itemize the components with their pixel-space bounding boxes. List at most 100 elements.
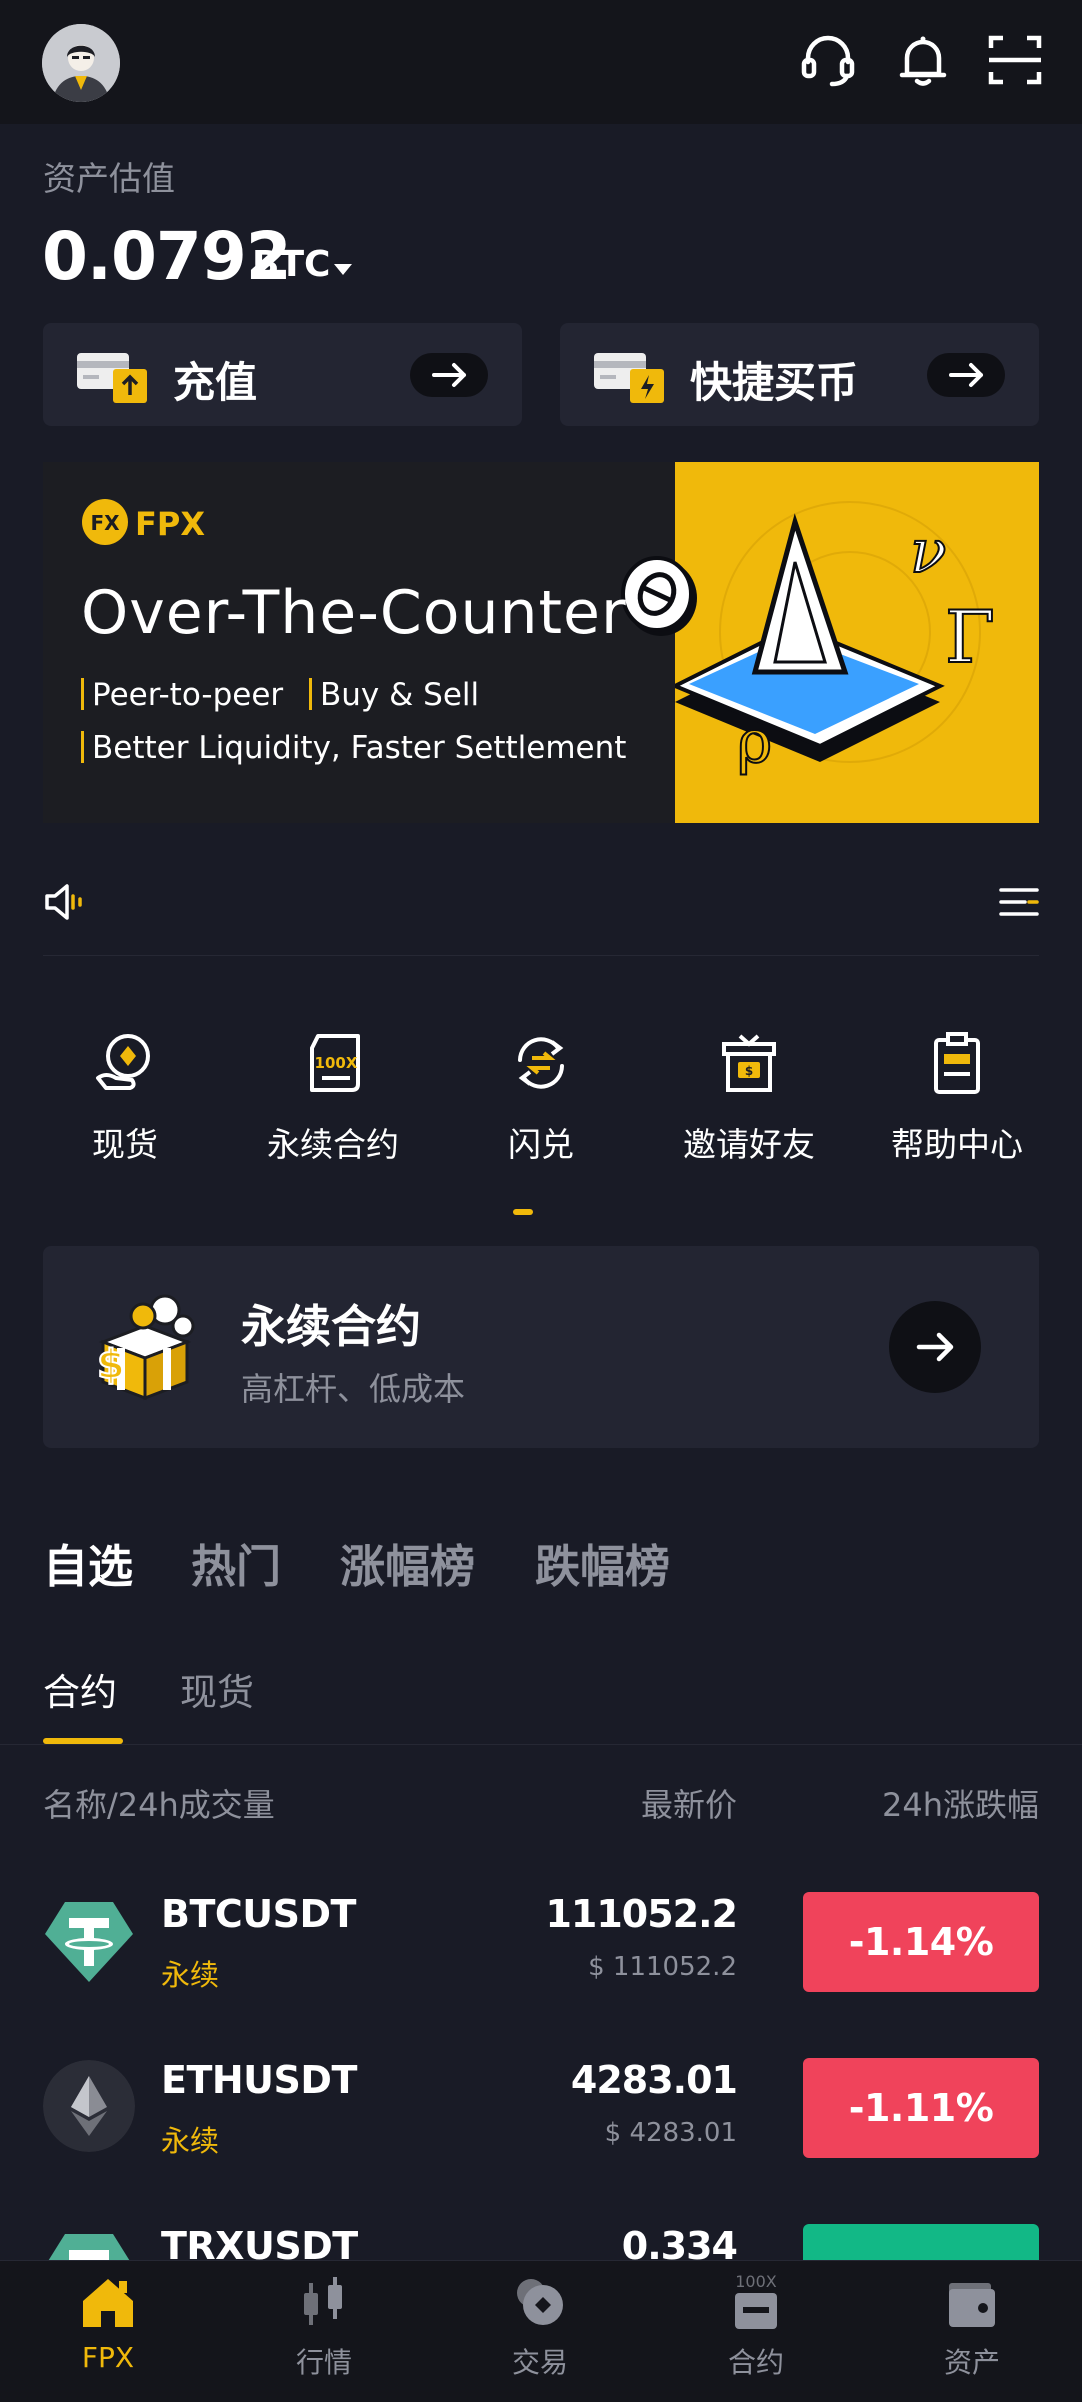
svg-text:100X: 100X <box>315 1054 358 1072</box>
quick-menu-page-indicator <box>513 1209 533 1215</box>
headset-icon[interactable] <box>798 30 858 90</box>
change-badge[interactable]: -1.11% <box>803 2058 1039 2158</box>
nav-trade[interactable]: 交易 <box>432 2271 648 2381</box>
banner-tag-p2p: Peer-to-peer <box>92 677 284 713</box>
quick-buy-card-icon <box>594 353 664 403</box>
candlestick-icon <box>304 2277 342 2325</box>
column-name-volume: 名称/24h成交量 <box>43 1786 275 1824</box>
change-badge[interactable]: -1.14% <box>803 1892 1039 1992</box>
nav-label: 行情 <box>295 2346 352 2379</box>
svg-text:ρ: ρ <box>737 707 772 777</box>
contract-100x-icon: 100X <box>735 2272 777 2329</box>
clipboard-help-icon <box>934 1032 980 1094</box>
promo-subtitle: 高杠杆、低成本 <box>241 1370 466 1408</box>
coin-symbol: ETHUSDT <box>161 2058 357 2102</box>
tab-losers[interactable]: 跌幅榜 <box>535 1530 670 1595</box>
contract-type: 永续 <box>161 2124 220 2158</box>
subtab-contract[interactable]: 合约 <box>43 1662 117 1716</box>
tab-hot[interactable]: 热门 <box>191 1530 281 1595</box>
banner-tag-liquidity: Better Liquidity, Faster Settlement <box>92 730 627 766</box>
divider <box>0 1744 1082 1745</box>
last-price: 4283.01 <box>570 2058 738 2102</box>
last-price: 111052.2 <box>545 1892 738 1936</box>
trade-icon <box>517 2279 563 2325</box>
column-24h-change: 24h涨跌幅 <box>881 1786 1039 1824</box>
fpx-logo: FX FPX <box>81 498 205 546</box>
quick-menu-invite[interactable]: $ 邀请好友 <box>645 1030 853 1166</box>
ethereum-icon <box>43 2060 135 2152</box>
quick-menu-perpetual[interactable]: 100X 永续合约 <box>229 1030 437 1166</box>
quick-menu-swap[interactable]: 闪兑 <box>437 1030 645 1166</box>
contract-type: 永续 <box>161 1958 220 1992</box>
tab-gainers[interactable]: 涨幅榜 <box>340 1530 475 1595</box>
arrow-right-icon <box>410 353 488 397</box>
deposit-label: 充值 <box>173 358 258 407</box>
tether-icon <box>45 1902 133 1982</box>
svg-text:$: $ <box>745 1064 753 1078</box>
scan-icon[interactable] <box>985 30 1045 90</box>
column-last-price: 最新价 <box>640 1786 737 1824</box>
speaker-icon <box>45 884 82 920</box>
promo-arrow-button[interactable] <box>889 1301 981 1393</box>
arrow-right-icon <box>927 353 1005 397</box>
fpx-brand-text: FPX <box>135 505 205 543</box>
nav-label: FPX <box>81 2341 135 2374</box>
avatar-icon <box>42 24 120 102</box>
gift-coins-icon: $ <box>96 1294 195 1401</box>
banner-tagline-2: Better Liquidity, Faster Settlement <box>81 730 626 766</box>
nav-label: 交易 <box>511 2346 568 2379</box>
asset-estimate-label: 资产估值 <box>43 159 175 198</box>
nav-label: 合约 <box>727 2346 784 2379</box>
caret-down-icon[interactable] <box>334 264 352 275</box>
quick-menu-label: 永续合约 <box>267 1125 399 1164</box>
svg-text:100X: 100X <box>735 2272 777 2291</box>
user-avatar[interactable] <box>42 24 120 102</box>
quick-menu-label: 现货 <box>92 1125 158 1164</box>
bottom-navigation: FPX 行情 交易 100X 合约 资产 <box>0 2260 1082 2402</box>
nav-contract[interactable]: 100X 合约 <box>648 2271 864 2381</box>
price-usd: $ 111052.2 <box>588 1952 737 1982</box>
table-row-ethusdt[interactable]: ETHUSDT 永续 4283.01 $ 4283.01 -1.11% <box>43 2054 1039 2164</box>
deposit-card-icon <box>77 353 147 403</box>
quick-menu-spot[interactable]: 现货 <box>21 1030 229 1166</box>
banner-illustration: ν Γ ρ <box>670 462 1039 823</box>
quick-menu-help[interactable]: 帮助中心 <box>853 1030 1061 1166</box>
nav-home[interactable]: FPX <box>0 2271 216 2374</box>
subtab-spot[interactable]: 现货 <box>180 1662 254 1716</box>
perpetual-promo-card[interactable]: $ 永续合约 高杠杆、低成本 <box>43 1246 1039 1448</box>
nav-assets[interactable]: 资产 <box>864 2271 1080 2381</box>
swap-icon <box>518 1037 564 1089</box>
banner-title: Over-The-Counter <box>81 578 627 648</box>
announcement-bar[interactable] <box>43 860 1039 956</box>
perpetual-100x-icon: 100X <box>310 1034 360 1092</box>
quick-menu-label: 闪兑 <box>508 1125 574 1164</box>
wallet-icon <box>949 2283 995 2327</box>
coin-symbol: BTCUSDT <box>161 1892 356 1936</box>
table-row-btcusdt[interactable]: BTCUSDT 永续 111052.2 $ 111052.2 -1.14% <box>43 1888 1039 1998</box>
banner-tagline-1: Peer-to-peer Buy & Sell <box>81 677 479 713</box>
otc-banner[interactable]: ν Γ ρ FX FPX Over-The-Counter Peer-to-pe… <box>43 462 1039 823</box>
bell-icon[interactable] <box>893 30 953 90</box>
quick-buy-button[interactable]: 快捷买币 <box>560 323 1039 426</box>
svg-text:FX: FX <box>90 511 120 535</box>
spot-icon <box>96 1034 150 1090</box>
invite-gift-icon: $ <box>722 1034 776 1092</box>
svg-text:ν: ν <box>910 517 946 587</box>
svg-text:Γ: Γ <box>945 595 995 679</box>
promo-title: 永续合约 <box>241 1300 422 1353</box>
deposit-button[interactable]: 充值 <box>43 323 522 426</box>
top-bar <box>0 0 1082 124</box>
nav-markets[interactable]: 行情 <box>216 2271 432 2381</box>
nav-label: 资产 <box>943 2346 1000 2379</box>
list-menu-icon[interactable] <box>999 880 1039 924</box>
quick-buy-label: 快捷买币 <box>690 358 859 407</box>
home-icon <box>83 2279 133 2327</box>
svg-text:$: $ <box>97 1342 125 1388</box>
price-usd: $ 4283.01 <box>604 2118 737 2148</box>
quick-menu-label: 帮助中心 <box>891 1125 1023 1164</box>
quick-menu-label: 邀请好友 <box>683 1125 815 1164</box>
theta-coin-icon <box>621 556 697 636</box>
tab-watchlist[interactable]: 自选 <box>43 1530 133 1595</box>
arrow-right-icon <box>916 1332 954 1362</box>
asset-unit-selector[interactable]: BTC <box>252 244 330 285</box>
